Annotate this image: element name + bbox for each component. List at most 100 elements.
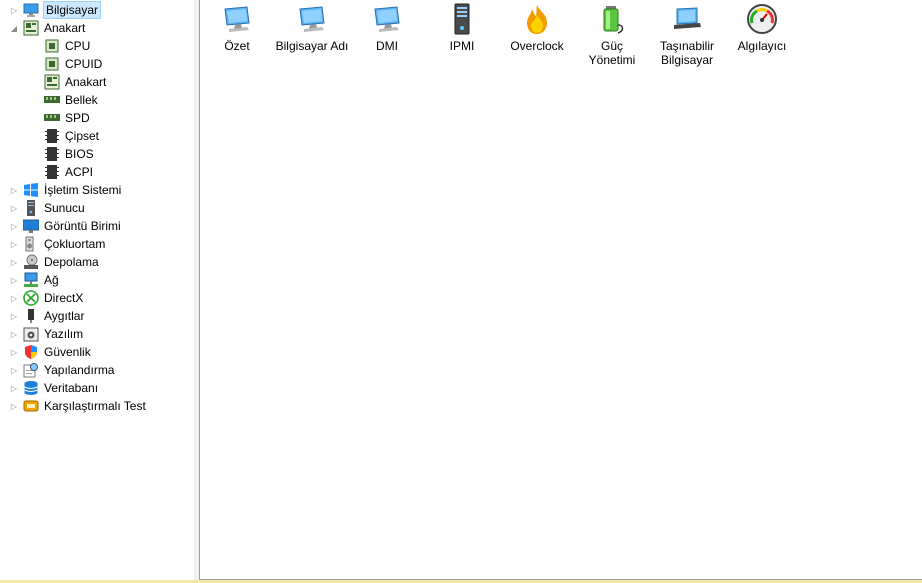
navigation-tree[interactable]: ▷ Bilgisayar ◢ Anakart CPU CPUID Anakart Bellek…	[0, 0, 194, 580]
tree-item-label: Veritabanı	[44, 381, 99, 395]
tree-item[interactable]: ◢ Anakart	[9, 19, 85, 37]
tree-item-label: İşletim Sistemi	[44, 183, 122, 197]
content-item[interactable]: Bilgisayar Adı	[272, 3, 352, 53]
content-item[interactable]: Overclock	[497, 3, 577, 53]
content-item-label: Taşınabilir Bilgisayar	[659, 39, 715, 67]
content-item-label: Özet	[224, 39, 250, 53]
tree-item-label: Güvenlik	[44, 345, 91, 359]
content-item-label: Overclock	[510, 39, 564, 53]
windows-icon	[23, 182, 39, 198]
tree-item[interactable]: ▷ Yazılım	[9, 325, 83, 343]
tree-item[interactable]: ▷ Ağ	[9, 271, 59, 289]
tree-item[interactable]: ▷ Bilgisayar	[9, 1, 102, 19]
config-icon	[23, 362, 39, 378]
memory-icon	[44, 110, 60, 126]
xbox-icon	[23, 290, 39, 306]
content-item-label: DMI	[376, 39, 398, 53]
tree-item[interactable]: ▷ Güvenlik	[9, 343, 91, 361]
server-icon	[23, 200, 39, 216]
tree-item[interactable]: Bellek	[40, 91, 98, 109]
expand-arrow-icon[interactable]: ▷	[9, 329, 19, 339]
tree-item[interactable]: Anakart	[40, 73, 106, 91]
tree-item-label: Sunucu	[44, 201, 85, 215]
content-item[interactable]: Taşınabilir Bilgisayar	[647, 3, 727, 67]
expand-arrow-icon[interactable]: ▷	[9, 347, 19, 357]
computer-icon	[23, 2, 39, 18]
content-panel: Özet Bilgisayar Adı DMI IPMI Overclock Güç Yö…	[199, 0, 922, 580]
speaker-icon	[23, 236, 39, 252]
expand-arrow-icon[interactable]: ▷	[9, 257, 19, 267]
computer-icon	[371, 3, 403, 35]
tree-item-label: Karşılaştırmalı Test	[44, 399, 146, 413]
tree-item[interactable]: ▷ Sunucu	[9, 199, 85, 217]
computer-icon	[221, 3, 253, 35]
expand-arrow-icon[interactable]: ▷	[9, 311, 19, 321]
device-icon	[23, 308, 39, 324]
tree-item[interactable]: ▷ Görüntü Birimi	[9, 217, 121, 235]
tree-item[interactable]: ▷ Karşılaştırmalı Test	[9, 397, 146, 415]
tree-item[interactable]: CPU	[40, 37, 90, 55]
computer-icon	[296, 3, 328, 35]
expand-arrow-icon[interactable]: ▷	[9, 203, 19, 213]
expand-arrow-icon[interactable]: ▷	[9, 239, 19, 249]
tree-item-label: Depolama	[44, 255, 99, 269]
content-item[interactable]: IPMI	[422, 3, 502, 53]
expand-arrow-icon[interactable]: ▷	[9, 401, 19, 411]
tree-item[interactable]: ▷ DirectX	[9, 289, 83, 307]
tree-item-label: CPU	[65, 39, 91, 53]
monitor-icon	[23, 218, 39, 234]
content-item[interactable]: Özet	[197, 3, 277, 53]
tree-item[interactable]: ▷ Depolama	[9, 253, 99, 271]
tree-item[interactable]: ▷ İşletim Sistemi	[9, 181, 121, 199]
tree-item[interactable]: ▷ Yapılandırma	[9, 361, 114, 379]
content-item-label: Algılayıcı	[737, 39, 787, 53]
motherboard-icon	[44, 74, 60, 90]
tree-item[interactable]: ACPI	[40, 163, 93, 181]
tree-item-label: BIOS	[65, 147, 94, 161]
content-item-label: Güç Yönetimi	[588, 39, 636, 67]
tree-item-label: Anakart	[44, 21, 86, 35]
expand-arrow-icon[interactable]: ▷	[9, 293, 19, 303]
gauge-icon	[746, 3, 778, 35]
cpu-icon	[44, 38, 60, 54]
server-icon	[446, 3, 478, 35]
tree-item[interactable]: ▷ Veritabanı	[9, 379, 98, 397]
tree-item-label: Aygıtlar	[44, 309, 85, 323]
expand-arrow-icon[interactable]: ▷	[9, 365, 19, 375]
content-item[interactable]: Güç Yönetimi	[572, 3, 652, 67]
tree-item[interactable]: ▷ Aygıtlar	[9, 307, 84, 325]
tree-item[interactable]: SPD	[40, 109, 90, 127]
collapse-arrow-icon[interactable]: ◢	[9, 23, 19, 33]
shield-icon	[23, 344, 39, 360]
tree-item-label: Bilgisayar	[42, 1, 102, 19]
tree-item-label: Yapılandırma	[44, 363, 115, 377]
software-icon	[23, 326, 39, 342]
expand-arrow-icon[interactable]: ▷	[9, 185, 19, 195]
tree-item-label: Anakart	[65, 75, 107, 89]
content-item[interactable]: Algılayıcı	[722, 3, 802, 53]
content-item[interactable]: DMI	[347, 3, 427, 53]
tree-item-label: ACPI	[65, 165, 94, 179]
laptop-icon	[671, 3, 703, 35]
tree-item-label: SPD	[65, 111, 90, 125]
expand-arrow-icon[interactable]: ▷	[9, 5, 19, 15]
tree-item-label: CPUID	[65, 57, 103, 71]
tree-item-label: Yazılım	[44, 327, 84, 341]
tree-item[interactable]: BIOS	[40, 145, 94, 163]
tree-item-label: Çokluortam	[44, 237, 106, 251]
chip-icon	[44, 128, 60, 144]
flame-icon	[521, 3, 553, 35]
tree-item[interactable]: CPUID	[40, 55, 102, 73]
battery-icon	[596, 3, 628, 35]
memory-icon	[44, 92, 60, 108]
expand-arrow-icon[interactable]: ▷	[9, 221, 19, 231]
network-icon	[23, 272, 39, 288]
motherboard-icon	[23, 20, 39, 36]
expand-arrow-icon[interactable]: ▷	[9, 383, 19, 393]
database-icon	[23, 380, 39, 396]
tree-item[interactable]: Çipset	[40, 127, 99, 145]
tree-item[interactable]: ▷ Çokluortam	[9, 235, 105, 253]
tree-item-label: DirectX	[44, 291, 84, 305]
expand-arrow-icon[interactable]: ▷	[9, 275, 19, 285]
benchmark-icon	[23, 398, 39, 414]
